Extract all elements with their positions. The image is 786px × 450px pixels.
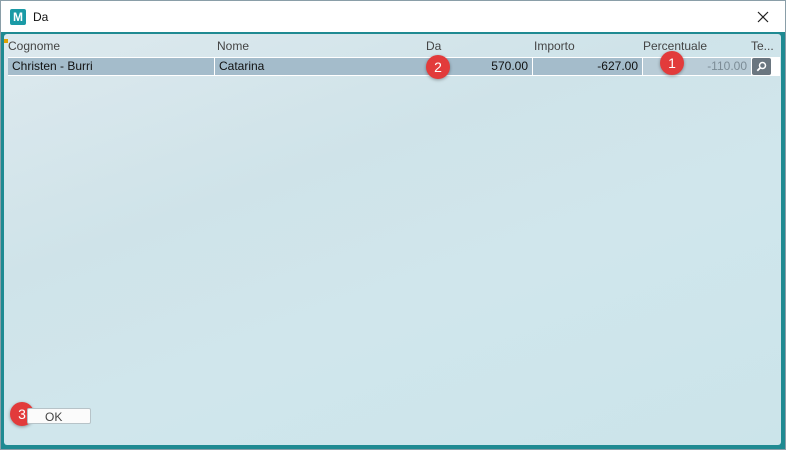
cell-cognome[interactable]: Christen - Burri: [8, 58, 214, 75]
column-header-percentuale[interactable]: Percentuale: [643, 39, 743, 53]
client-area: Cognome Nome Da Importo Percentuale Te..…: [1, 32, 785, 449]
annotation-badge-1: 1: [660, 51, 684, 75]
content-panel: Cognome Nome Da Importo Percentuale Te..…: [4, 34, 781, 445]
close-icon: [757, 11, 769, 22]
search-button[interactable]: [752, 58, 771, 75]
cell-importo[interactable]: -627.00: [533, 58, 642, 75]
title-bar: M Da: [1, 1, 785, 32]
search-icon: [756, 61, 767, 72]
window-title: Da: [33, 9, 49, 24]
column-header-cognome[interactable]: Cognome: [8, 39, 208, 53]
ok-button[interactable]: OK: [27, 408, 91, 424]
dialog-window: M Da Cognome Nome Da Importo Percentuale…: [0, 0, 786, 450]
close-button[interactable]: [741, 1, 785, 32]
app-logo-icon: M: [10, 8, 26, 25]
annotation-badge-2: 2: [426, 55, 450, 79]
column-header-te[interactable]: Te...: [751, 39, 779, 53]
column-header-importo[interactable]: Importo: [534, 39, 634, 53]
column-header-da[interactable]: Da: [426, 39, 526, 53]
column-header-nome[interactable]: Nome: [217, 39, 417, 53]
